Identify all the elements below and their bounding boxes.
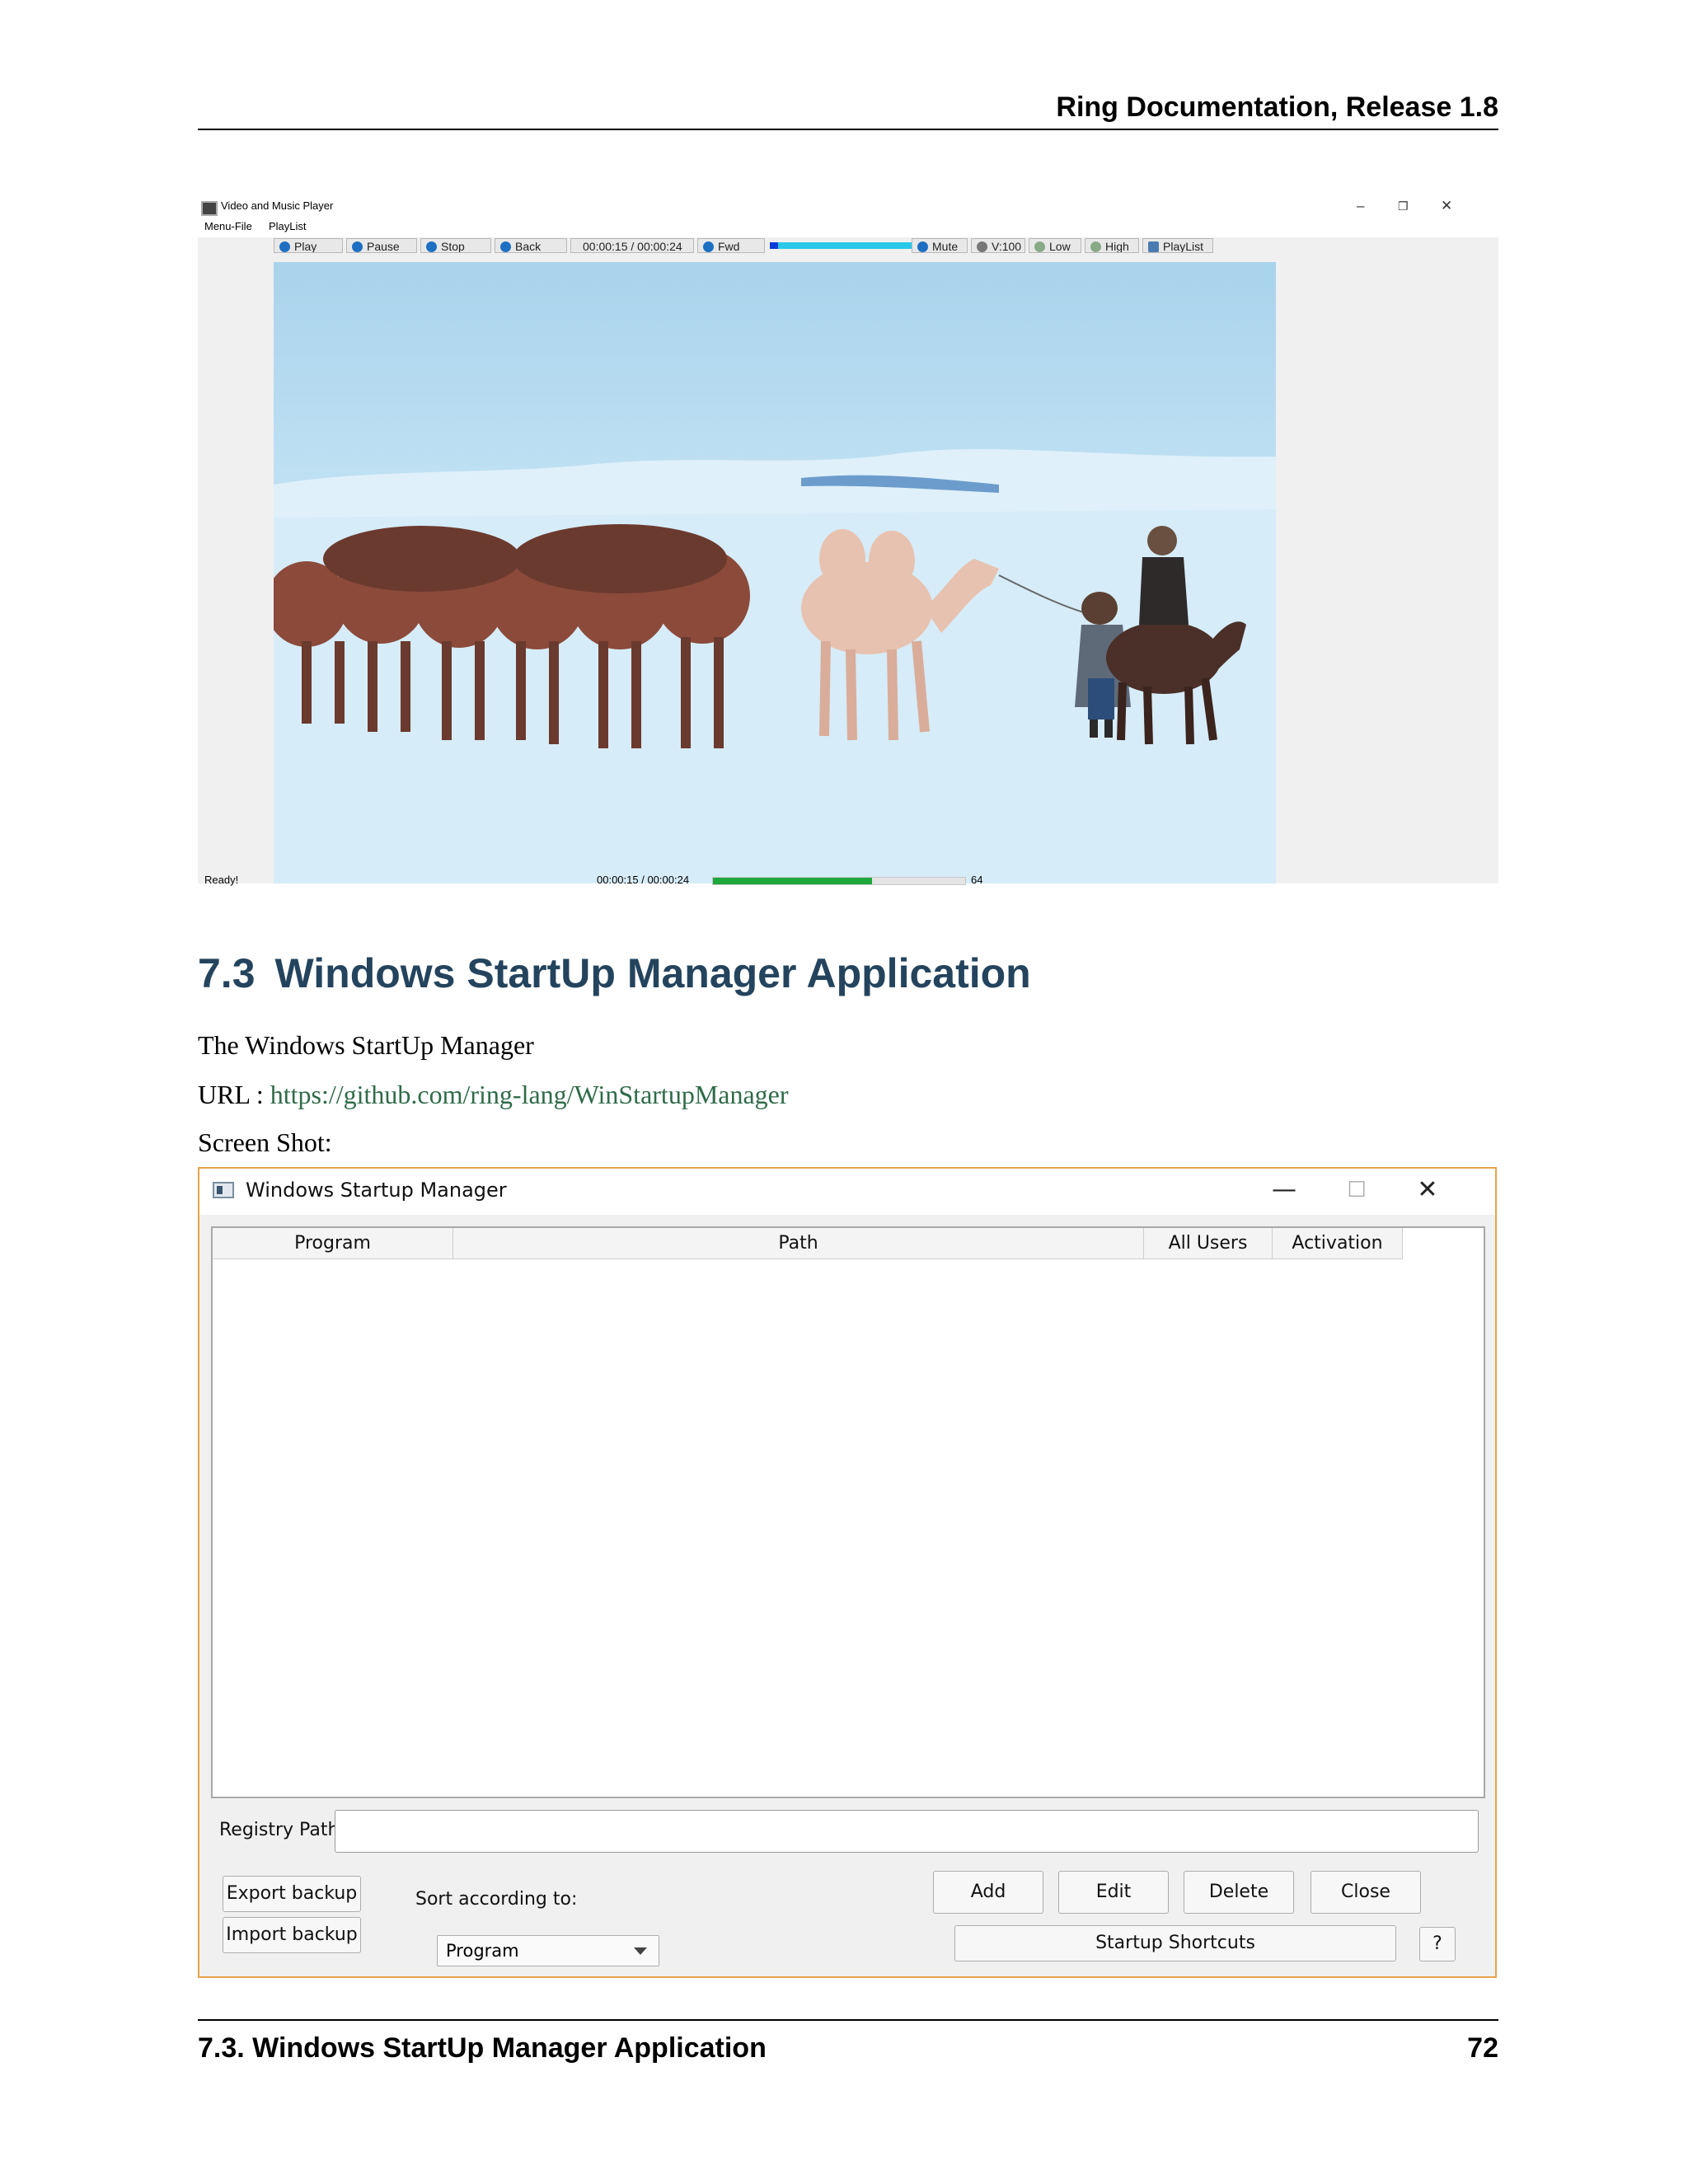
video-player-menubar: Menu-File PlayList: [198, 219, 1498, 237]
menu-file[interactable]: Menu-File: [204, 220, 252, 232]
repository-link[interactable]: https://github.com/ring-lang/WinStartupM…: [270, 1080, 789, 1109]
play-button[interactable]: Play: [274, 238, 343, 253]
forward-icon: [703, 241, 714, 252]
playback-progress-bar[interactable]: [712, 877, 966, 885]
forward-button[interactable]: Fwd: [697, 238, 765, 253]
minimize-icon[interactable]: –: [1357, 198, 1364, 214]
import-backup-button[interactable]: Import backup: [223, 1917, 361, 1953]
section-heading: 7.3 Windows StartUp Manager Application: [198, 949, 1031, 997]
camel-caravan-video-image: [274, 262, 1276, 883]
status-time: 00:00:15 / 00:00:24: [597, 874, 690, 886]
close-button[interactable]: Close: [1311, 1871, 1421, 1914]
mute-button[interactable]: Mute: [912, 238, 968, 253]
sort-select[interactable]: Program: [437, 1935, 659, 1966]
status-text: Ready!: [204, 874, 239, 886]
mute-icon: [917, 241, 928, 252]
playlist-button[interactable]: PlayList: [1142, 238, 1213, 253]
delete-button[interactable]: Delete: [1184, 1871, 1294, 1914]
startup-manager-titlebar: Windows Startup Manager — ☐ ✕: [199, 1169, 1495, 1215]
startup-manager-window-title: Windows Startup Manager: [246, 1179, 507, 1202]
close-icon[interactable]: ✕: [1441, 198, 1452, 214]
page-header: Ring Documentation, Release 1.8: [198, 91, 1498, 130]
running-title: Ring Documentation, Release 1.8: [1056, 91, 1498, 123]
volume-high-button[interactable]: High: [1085, 238, 1139, 253]
video-player-toolbar: Play Pause Stop Back 00:00:15 / 00:00:24…: [274, 237, 1411, 255]
sort-select-value: Program: [446, 1941, 519, 1961]
screenshot-label: Screen Shot:: [198, 1127, 332, 1157]
pause-icon: [352, 241, 363, 252]
page-number: 72: [1467, 2032, 1498, 2064]
volume-high-icon: [1090, 241, 1101, 252]
close-icon[interactable]: ✕: [1408, 1172, 1447, 1208]
video-player-screenshot: Video and Music Player – ❐ ✕ Menu-File P…: [198, 194, 1498, 886]
startup-programs-table[interactable]: Program Path All Users Activation: [211, 1226, 1485, 1798]
column-header-all-users[interactable]: All Users: [1144, 1228, 1273, 1259]
chevron-down-icon: [634, 1947, 647, 1955]
volume-level: V:100: [971, 238, 1025, 253]
time-display: 00:00:15 / 00:00:24: [570, 238, 694, 253]
section-title: Windows StartUp Manager Application: [274, 950, 1031, 996]
video-frame: [274, 262, 1276, 883]
url-paragraph: URL : https://github.com/ring-lang/WinSt…: [198, 1080, 789, 1110]
app-window-icon: [213, 1182, 234, 1198]
add-button[interactable]: Add: [933, 1871, 1043, 1914]
url-label: URL :: [198, 1080, 264, 1109]
column-header-path[interactable]: Path: [453, 1228, 1144, 1259]
column-header-activation[interactable]: Activation: [1273, 1228, 1403, 1259]
edit-button[interactable]: Edit: [1058, 1871, 1169, 1914]
volume-low-button[interactable]: Low: [1029, 238, 1081, 253]
app-window-icon: [201, 201, 218, 216]
registry-path-label: Registry Path: [219, 1820, 340, 1840]
speaker-icon: [977, 241, 987, 252]
volume-slider[interactable]: [770, 242, 912, 249]
intro-paragraph: The Windows StartUp Manager: [198, 1030, 534, 1060]
back-icon: [500, 241, 511, 252]
pause-button[interactable]: Pause: [346, 238, 417, 253]
playlist-icon: [1148, 241, 1159, 252]
stop-button[interactable]: Stop: [420, 238, 491, 253]
minimize-icon[interactable]: —: [1264, 1172, 1304, 1208]
restore-icon[interactable]: ❐: [1398, 199, 1409, 213]
progress-value: 64: [971, 874, 983, 886]
back-button[interactable]: Back: [495, 238, 567, 253]
sort-label: Sort according to:: [415, 1889, 578, 1910]
column-header-program[interactable]: Program: [213, 1228, 453, 1259]
play-icon: [279, 241, 290, 252]
video-player-window-title: Video and Music Player: [221, 199, 334, 212]
footer-section-title: 7.3. Windows StartUp Manager Application: [198, 2032, 767, 2064]
section-number: 7.3: [198, 950, 256, 996]
startup-manager-window: Windows Startup Manager — ☐ ✕ Program Pa…: [198, 1167, 1497, 1978]
page-footer: 7.3. Windows StartUp Manager Application…: [198, 2019, 1498, 2070]
menu-playlist[interactable]: PlayList: [269, 220, 307, 232]
maximize-icon[interactable]: ☐: [1337, 1172, 1376, 1208]
help-button[interactable]: ?: [1419, 1927, 1456, 1961]
export-backup-button[interactable]: Export backup: [223, 1876, 361, 1912]
playback-progress-fill: [713, 878, 872, 884]
startup-shortcuts-button[interactable]: Startup Shortcuts: [954, 1925, 1396, 1961]
volume-low-icon: [1034, 241, 1045, 252]
registry-path-input[interactable]: [335, 1810, 1479, 1853]
stop-icon: [426, 241, 437, 252]
